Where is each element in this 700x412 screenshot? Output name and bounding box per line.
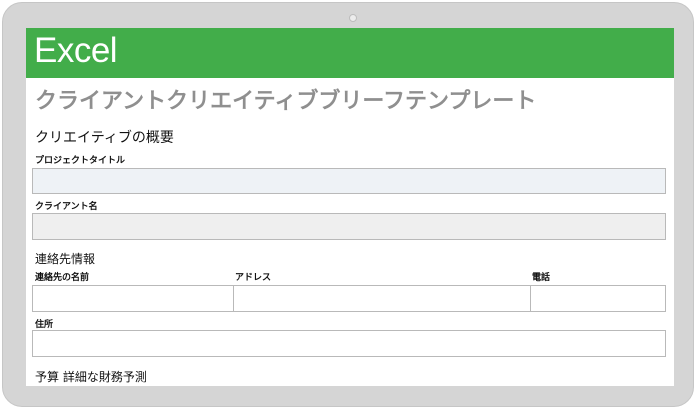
client-name-field[interactable] bbox=[32, 213, 666, 240]
address-label: アドレス bbox=[235, 273, 272, 283]
residence-label: 住所 bbox=[35, 320, 54, 330]
section-heading-creative-overview: クリエイティブの概要 bbox=[35, 130, 174, 146]
address-field[interactable] bbox=[233, 285, 531, 312]
section-heading-contact-info: 連絡先情報 bbox=[35, 252, 96, 266]
project-title-field[interactable] bbox=[32, 168, 666, 194]
project-title-label: プロジェクトタイトル bbox=[35, 156, 126, 166]
document-title: クライアントクリエイティブブリーフテンプレート bbox=[35, 89, 537, 114]
section-heading-budget: 予算 詳細な財務予測 bbox=[35, 370, 147, 384]
residence-field[interactable] bbox=[32, 330, 666, 357]
app-banner: Excel bbox=[26, 28, 674, 78]
contact-name-label: 連絡先の名前 bbox=[35, 273, 90, 283]
phone-field[interactable] bbox=[530, 285, 666, 312]
contact-name-field[interactable] bbox=[32, 285, 234, 312]
camera-dot bbox=[349, 14, 357, 22]
spreadsheet-screen: Excel クライアントクリエイティブブリーフテンプレート クリエイティブの概要… bbox=[26, 28, 674, 386]
app-logo-text: Excel bbox=[34, 31, 118, 70]
phone-label: 電話 bbox=[532, 273, 551, 283]
client-name-label: クライアント名 bbox=[35, 202, 98, 212]
